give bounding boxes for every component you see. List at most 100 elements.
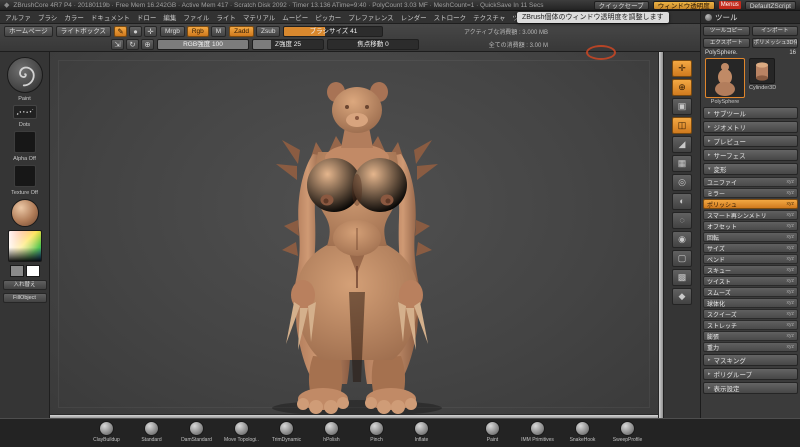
z-intensity-slider[interactable]: Z強度 25: [252, 39, 324, 50]
tool-action-button[interactable]: ツールコピー: [703, 26, 750, 36]
scale-icon[interactable]: ⇲: [111, 39, 124, 50]
draw-pointer-icon[interactable]: ●: [129, 26, 142, 37]
brush-preset[interactable]: SweepProfile: [605, 421, 650, 447]
brush-preset[interactable]: Standard: [129, 421, 174, 447]
ghost-icon[interactable]: ◌: [672, 212, 692, 229]
window-opacity-slider[interactable]: ウィンドウ透明度: [653, 1, 715, 10]
deform-slider[interactable]: 回転xyz: [703, 232, 798, 242]
document-canvas[interactable]: [50, 52, 658, 418]
menu-item[interactable]: テクスチャ: [473, 12, 505, 22]
aa-half-icon[interactable]: ◫: [672, 117, 692, 134]
brush-preset[interactable]: DamStandard: [174, 421, 219, 447]
actual-size-icon[interactable]: ▣: [672, 98, 692, 115]
deform-slider[interactable]: 球体化xyz: [703, 298, 798, 308]
brush-preset[interactable]: hPolish: [309, 421, 354, 447]
deform-slider[interactable]: ポリッシュxyz: [703, 199, 798, 209]
fill-object-button[interactable]: FillObject: [3, 293, 47, 303]
silhouette-icon[interactable]: ◆: [672, 288, 692, 305]
paint-mode-button[interactable]: M: [211, 26, 226, 37]
deform-slider[interactable]: 膨張xyz: [703, 331, 798, 341]
menu-item[interactable]: ファイル: [183, 12, 209, 22]
rotate-icon[interactable]: ↻: [126, 39, 139, 50]
deform-slider[interactable]: 重力xyz: [703, 342, 798, 352]
menu-item[interactable]: ドロー: [137, 12, 157, 22]
tool-action-button[interactable]: エクスポート: [703, 38, 750, 48]
switch-color-button[interactable]: 入れ替え: [3, 280, 47, 290]
texture-selector[interactable]: [14, 165, 36, 187]
brush-preset[interactable]: TrimDynamic: [264, 421, 309, 447]
menu-item[interactable]: アルファ: [5, 12, 31, 22]
deform-slider[interactable]: ユニファイxyz: [703, 177, 798, 187]
menu-item[interactable]: ピッカー: [315, 12, 341, 22]
brush-preset[interactable]: Inflate: [399, 421, 444, 447]
brush-preset[interactable]: ClayBuildup: [84, 421, 129, 447]
deform-slider[interactable]: オフセットxyz: [703, 221, 798, 231]
default-zscript-button[interactable]: DefaultZScript: [745, 1, 796, 10]
frame-icon[interactable]: ▢: [672, 250, 692, 267]
color-picker[interactable]: [8, 230, 42, 262]
menu-item[interactable]: 編集: [163, 12, 176, 22]
floor-grid-icon[interactable]: ▦: [672, 155, 692, 172]
lightbox-button[interactable]: ライトボックス: [56, 26, 111, 37]
tool-action-button[interactable]: ポリメッシュ3D化: [752, 38, 799, 48]
homepage-button[interactable]: ホームページ: [4, 26, 53, 37]
polyframe-icon[interactable]: ▩: [672, 269, 692, 286]
solo-icon[interactable]: ◉: [672, 231, 692, 248]
zoom-canvas-icon[interactable]: ⊕: [672, 79, 692, 96]
palette-section[interactable]: ▸サブツール: [703, 107, 798, 119]
material-selector[interactable]: [11, 199, 39, 227]
menu-item[interactable]: ライト: [216, 12, 236, 22]
sculpt-mode-button[interactable]: Zadd: [229, 26, 254, 37]
current-tool-thumbnail[interactable]: [705, 58, 745, 98]
deform-slider[interactable]: スムーズxyz: [703, 287, 798, 297]
quicksave-button[interactable]: クイックセーブ: [594, 1, 649, 10]
paint-mode-button[interactable]: Rgb: [187, 26, 209, 37]
palette-section[interactable]: ▸サーフェス: [703, 149, 798, 161]
gizmo-icon[interactable]: ⊕: [141, 39, 154, 50]
deform-slider[interactable]: ストレッチxyz: [703, 320, 798, 330]
paint-mode-button[interactable]: Mrgb: [160, 26, 185, 37]
brush-size-slider[interactable]: ブラシサイズ 41: [283, 26, 383, 37]
deform-slider[interactable]: ツイストxyz: [703, 276, 798, 286]
palette-section[interactable]: ▸ジオメトリ: [703, 121, 798, 133]
brush-preset[interactable]: Pinch: [354, 421, 399, 447]
deform-slider[interactable]: ミラーxyz: [703, 188, 798, 198]
menu-item[interactable]: カラー: [64, 12, 84, 22]
deform-slider[interactable]: スマート再シンメトリxyz: [703, 210, 798, 220]
scroll-canvas-icon[interactable]: ✛: [672, 60, 692, 77]
palette-section-deformation[interactable]: ▾変形: [703, 163, 798, 175]
deform-slider[interactable]: スキューxyz: [703, 265, 798, 275]
sculpt-mode-button[interactable]: Zsub: [256, 26, 280, 37]
tool-action-button[interactable]: インポート: [752, 26, 799, 36]
deform-slider[interactable]: スクイーズxyz: [703, 309, 798, 319]
menu-item[interactable]: ストローク: [434, 12, 467, 22]
brush-preset[interactable]: IMM Primitives: [515, 421, 560, 447]
tool-slot-thumbnail[interactable]: [749, 58, 775, 84]
local-sym-icon[interactable]: ◎: [672, 174, 692, 191]
brush-preset[interactable]: Move Topologi..: [219, 421, 264, 447]
stroke-type-icon[interactable]: [13, 105, 37, 119]
rgb-intensity-slider[interactable]: RGB強度 100: [157, 39, 249, 50]
secondary-color-swatch[interactable]: [26, 265, 40, 277]
transparency-icon[interactable]: ◐: [672, 193, 692, 210]
current-brush-icon[interactable]: [7, 57, 43, 93]
move-icon[interactable]: ✛: [144, 26, 157, 37]
brush-preset[interactable]: SnakeHook: [560, 421, 605, 447]
deform-slider[interactable]: ベンドxyz: [703, 254, 798, 264]
sculpt-model-3d[interactable]: [50, 52, 658, 418]
deform-slider[interactable]: サイズxyz: [703, 243, 798, 253]
menu-item[interactable]: ドキュメント: [91, 12, 130, 22]
menu-item[interactable]: ムービー: [282, 12, 308, 22]
menu-item[interactable]: マテリアル: [243, 12, 275, 22]
persp-icon[interactable]: ◢: [672, 136, 692, 153]
palette-section[interactable]: ▸ポリグループ: [703, 368, 798, 380]
menu-item[interactable]: レンダー: [401, 12, 427, 22]
palette-section[interactable]: ▸プレビュー: [703, 135, 798, 147]
main-color-swatch[interactable]: [10, 265, 24, 277]
focal-shift-slider[interactable]: 焦点移動 0: [327, 39, 419, 50]
palette-section[interactable]: ▸マスキング: [703, 354, 798, 366]
menu-item[interactable]: ブラシ: [38, 12, 57, 22]
edit-object-icon[interactable]: ✎: [114, 26, 127, 37]
brush-preset[interactable]: Paint: [470, 421, 515, 447]
palette-section[interactable]: ▸表示設定: [703, 382, 798, 394]
